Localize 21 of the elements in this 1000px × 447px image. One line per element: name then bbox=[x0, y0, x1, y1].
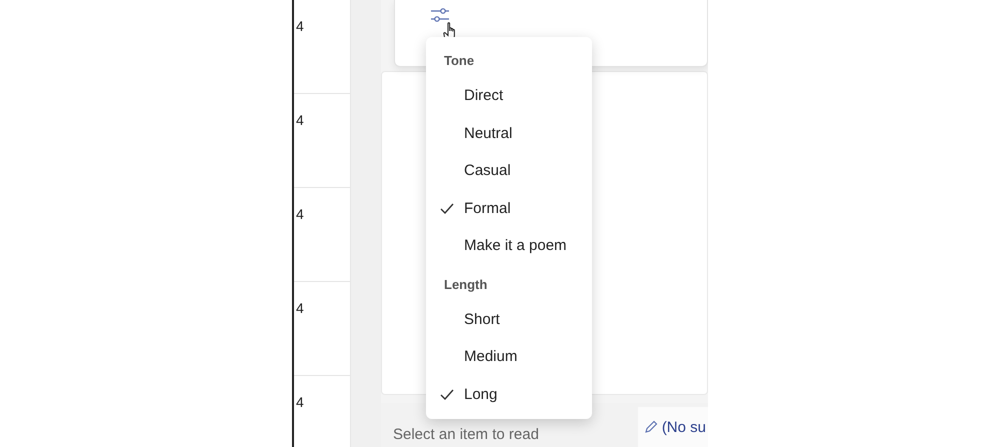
menu-item[interactable]: Short bbox=[426, 300, 592, 338]
menu-item[interactable]: Formal bbox=[426, 190, 592, 227]
row-text: 4 bbox=[296, 300, 304, 316]
menu-item[interactable]: Medium bbox=[426, 338, 592, 376]
row-text: 4 bbox=[296, 18, 304, 34]
checkmark-icon bbox=[440, 388, 454, 400]
menu-item[interactable]: Neutral bbox=[426, 114, 592, 152]
reading-pane-message: Select an item to read bbox=[392, 426, 539, 445]
menu-item[interactable]: Casual bbox=[426, 152, 592, 190]
menu-header: Length bbox=[443, 276, 488, 294]
menu-header: Tone bbox=[443, 52, 476, 70]
row-text: 4 bbox=[296, 112, 304, 128]
checkmark-icon bbox=[440, 202, 454, 214]
menu-item[interactable]: Make it a poem bbox=[426, 227, 592, 264]
sliders-icon[interactable] bbox=[431, 8, 449, 22]
row-text: 4 bbox=[296, 206, 304, 222]
menu-item[interactable]: Direct bbox=[426, 77, 592, 114]
signature-button[interactable]: (No su bbox=[638, 407, 708, 447]
pencil-icon bbox=[644, 420, 658, 434]
row-text: 4 bbox=[296, 394, 304, 410]
menu-item[interactable]: Long bbox=[426, 376, 592, 413]
